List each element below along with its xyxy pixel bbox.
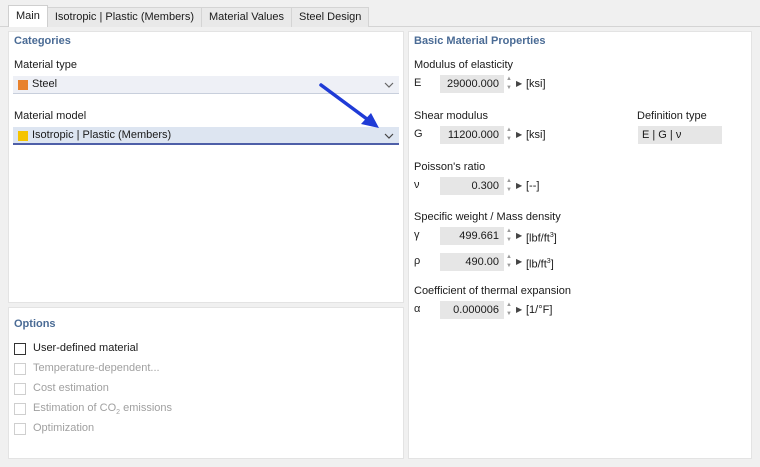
mass-density-unit: [lb/ft3] (526, 258, 554, 271)
modulus-input[interactable]: 29000.000 (440, 75, 504, 93)
specific-weight-row: γ 499.661 ▲ ▼ ▶ [lbf/ft3] (414, 227, 614, 245)
temperature-dependent-label: Temperature-dependent... (33, 362, 160, 374)
tab-main[interactable]: Main (8, 5, 48, 27)
specific-weight-step-arrow-icon[interactable]: ▶ (516, 227, 524, 245)
shear-step-arrow-icon[interactable]: ▶ (516, 126, 524, 144)
temperature-dependent-checkbox (14, 363, 26, 375)
material-type-value: Steel (32, 78, 58, 90)
definition-type-label: Definition type (637, 110, 707, 122)
basic-properties-panel: Basic Material Properties Modulus of ela… (408, 31, 752, 459)
user-defined-material-checkbox[interactable] (14, 343, 26, 355)
weight-density-label: Specific weight / Mass density (414, 211, 561, 223)
poisson-spinner[interactable]: ▲ ▼ (505, 177, 513, 195)
options-panel: Options User-defined material Temperatur… (8, 307, 404, 459)
specific-weight-unit: [lbf/ft3] (526, 232, 557, 245)
rho-symbol: ρ (414, 255, 421, 267)
modulus-symbol: E (414, 77, 422, 89)
modulus-step-arrow-icon[interactable]: ▶ (516, 75, 524, 93)
modulus-row: E 29000.000 ▲ ▼ ▶ [ksi] (414, 75, 614, 93)
mass-density-step-arrow-icon[interactable]: ▶ (516, 253, 524, 271)
shear-spinner[interactable]: ▲ ▼ (505, 126, 513, 144)
co2-estimation-checkbox (14, 403, 26, 415)
optimization-label: Optimization (33, 422, 95, 434)
specific-weight-spinner[interactable]: ▲ ▼ (505, 227, 513, 245)
mass-density-row: ρ 490.00 ▲ ▼ ▶ [lb/ft3] (414, 253, 614, 271)
thermal-spinner[interactable]: ▲ ▼ (505, 301, 513, 319)
shear-label: Shear modulus (414, 110, 488, 122)
cost-estimation-checkbox (14, 383, 26, 395)
user-defined-material-label: User-defined material (33, 342, 139, 354)
material-model-label: Material model (14, 110, 87, 122)
annotation-arrow-icon (319, 83, 379, 128)
modulus-unit: [ksi] (526, 78, 546, 90)
shear-symbol: G (414, 128, 423, 140)
optimization-checkbox (14, 423, 26, 435)
model-color-swatch (18, 131, 28, 141)
definition-type-value[interactable]: E | G | ν (638, 126, 722, 144)
thermal-input[interactable]: 0.000006 (440, 301, 504, 319)
poisson-label: Poisson's ratio (414, 161, 486, 173)
tab-isotropic-plastic[interactable]: Isotropic | Plastic (Members) (46, 7, 203, 27)
poisson-symbol: ν (414, 179, 420, 191)
gamma-symbol: γ (414, 229, 420, 241)
tab-steel-design[interactable]: Steel Design (291, 7, 370, 27)
modulus-spinner[interactable]: ▲ ▼ (505, 75, 513, 93)
modulus-label: Modulus of elasticity (414, 59, 514, 71)
poisson-unit: [--] (526, 180, 540, 192)
thermal-unit: [1/°F] (526, 304, 553, 316)
tab-material-values[interactable]: Material Values (201, 7, 293, 27)
poisson-input[interactable]: 0.300 (440, 177, 504, 195)
categories-panel: Categories Material type Steel Material … (8, 31, 404, 303)
shear-input[interactable]: 11200.000 (440, 126, 504, 144)
shear-unit: [ksi] (526, 129, 546, 141)
mass-density-input[interactable]: 490.00 (440, 253, 504, 271)
mass-density-spinner[interactable]: ▲ ▼ (505, 253, 513, 271)
cost-estimation-label: Cost estimation (33, 382, 109, 394)
material-type-label: Material type (14, 59, 77, 71)
categories-title: Categories (14, 35, 71, 47)
co2-estimation-label: Estimation of CO2 emissions (33, 402, 173, 417)
specific-weight-input[interactable]: 499.661 (440, 227, 504, 245)
steel-color-swatch (18, 80, 28, 90)
basic-properties-title: Basic Material Properties (414, 35, 546, 47)
alpha-symbol: α (414, 303, 421, 315)
thermal-row: α 0.000006 ▲ ▼ ▶ [1/°F] (414, 301, 614, 319)
poisson-row: ν 0.300 ▲ ▼ ▶ [--] (414, 177, 614, 195)
options-title: Options (14, 318, 56, 330)
material-model-value: Isotropic | Plastic (Members) (32, 129, 172, 141)
thermal-label: Coefficient of thermal expansion (414, 285, 571, 297)
thermal-step-arrow-icon[interactable]: ▶ (516, 301, 524, 319)
tab-strip: Main Isotropic | Plastic (Members) Mater… (8, 5, 370, 27)
poisson-step-arrow-icon[interactable]: ▶ (516, 177, 524, 195)
shear-row: G 11200.000 ▲ ▼ ▶ [ksi] E | G | ν (414, 126, 734, 144)
